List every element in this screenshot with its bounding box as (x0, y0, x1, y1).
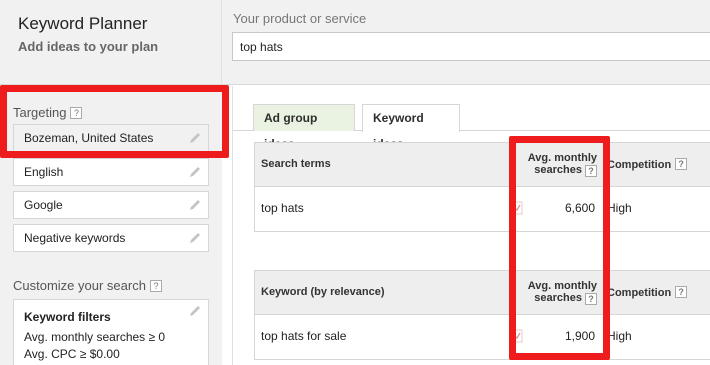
targeting-negative-keywords[interactable]: Negative keywords (13, 224, 209, 252)
header: Keyword Planner Add ideas to your plan Y… (0, 0, 710, 85)
filter-avg-cpc: Avg. CPC ≥ $0.00 (24, 347, 120, 361)
customize-title: Customize your search? (13, 278, 162, 293)
pencil-icon[interactable] (188, 198, 202, 212)
header-divider (221, 0, 222, 85)
highlight-targeting-box (0, 85, 229, 158)
keyword-ideas-table: Keyword (by relevance) Avg. monthly sear… (254, 270, 710, 360)
table-header: Keyword (by relevance) Avg. monthly sear… (255, 271, 710, 315)
col-keyword-by-relevance[interactable]: Keyword (by relevance) (261, 286, 385, 298)
row-term[interactable]: top hats for sale (261, 329, 346, 343)
row-term: top hats (261, 201, 304, 215)
tab-keyword-ideas[interactable]: Keyword ideas (362, 104, 460, 151)
filter-avg-searches: Avg. monthly searches ≥ 0 (24, 330, 166, 344)
table-header: Search terms Avg. monthly searches? Comp… (255, 143, 710, 187)
help-question-icon[interactable]: ? (149, 280, 162, 292)
keyword-filters-title: Keyword filters (24, 310, 111, 324)
table-row: top hats 6,600 High (255, 187, 710, 231)
app-title: Keyword Planner (18, 14, 148, 33)
col-competition[interactable]: Competition? (607, 158, 688, 171)
targeting-network-label: Google (24, 198, 63, 212)
row-competition: High (607, 201, 632, 215)
targeting-network[interactable]: Google (13, 191, 209, 219)
negative-keywords-label: Negative keywords (24, 231, 126, 245)
product-input[interactable] (232, 32, 710, 61)
app-subtitle: Add ideas to your plan (18, 39, 159, 54)
main-left-border (232, 86, 233, 365)
col-competition[interactable]: Competition? (607, 286, 688, 299)
table-row: top hats for sale 1,900 High (255, 315, 710, 359)
targeting-language[interactable]: English (13, 158, 209, 186)
customize-label: Customize your search (13, 278, 146, 293)
pencil-icon[interactable] (188, 304, 202, 318)
pencil-icon[interactable] (188, 231, 202, 245)
help-question-icon[interactable]: ? (675, 286, 688, 298)
highlight-avg-searches-box (509, 136, 610, 360)
pencil-icon[interactable] (188, 165, 202, 179)
col-competition-label: Competition (607, 159, 672, 171)
product-label: Your product or service (233, 11, 367, 26)
tab-ad-group-ideas[interactable]: Ad group ideas (253, 104, 355, 151)
row-competition: High (607, 329, 632, 343)
targeting-language-label: English (24, 165, 64, 179)
col-search-terms[interactable]: Search terms (261, 158, 331, 170)
help-question-icon[interactable]: ? (675, 158, 688, 170)
col-competition-label: Competition (607, 287, 672, 299)
search-terms-table: Search terms Avg. monthly searches? Comp… (254, 142, 710, 232)
keyword-filters-box[interactable]: Keyword filters Avg. monthly searches ≥ … (13, 299, 209, 365)
